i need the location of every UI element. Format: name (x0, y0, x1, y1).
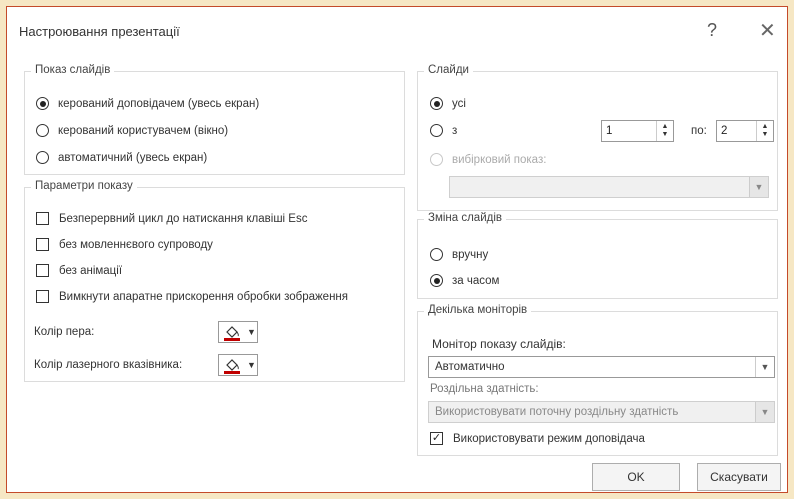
checkbox-disable-hw-acceleration[interactable]: Вимкнути апаратне прискорення обробки зо… (36, 290, 348, 303)
checkbox-loop-until-esc-label: Безперервний цикл до натискання клавіші … (59, 212, 308, 225)
show-options-group: Параметри показу Безперервний цикл до на… (24, 180, 405, 382)
monitor-value: Автоматично (435, 361, 505, 373)
radio-presenter-fullscreen[interactable]: керований доповідачем (увесь екран) (36, 97, 259, 110)
radio-using-timings-label: за часом (452, 274, 500, 287)
advance-slides-group: Зміна слайдів вручну за часом (417, 212, 778, 299)
checkbox-without-animation-label: без анімації (59, 264, 123, 277)
laser-color-button[interactable]: ▼ (218, 354, 258, 376)
pen-color-swatch (224, 338, 240, 341)
radio-from-label: з (452, 124, 458, 137)
advance-slides-group-label: Зміна слайдів (424, 212, 507, 224)
radio-indicator[interactable] (430, 248, 443, 261)
spinner-arrows-icon[interactable]: ▲ ▼ (756, 121, 773, 141)
checkmark-icon[interactable]: ✓ (430, 432, 443, 445)
radio-custom-show: вибірковий показ: (430, 153, 546, 166)
radio-kiosk-fullscreen-label: автоматичний (увесь екран) (58, 151, 208, 164)
radio-individual-window-label: керований користувачем (вікно) (58, 124, 229, 137)
spinner-arrows-icon[interactable]: ▲ ▼ (656, 121, 673, 141)
show-options-group-label: Параметри показу (31, 180, 137, 192)
multiple-monitors-group-label: Декілька моніторів (424, 304, 532, 316)
radio-presenter-fullscreen-label: керований доповідачем (увесь екран) (58, 97, 260, 110)
monitor-label: Монітор показу слайдів: (432, 337, 566, 351)
radio-kiosk-fullscreen[interactable]: автоматичний (увесь екран) (36, 151, 207, 164)
checkbox-indicator[interactable] (36, 212, 49, 225)
radio-indicator (430, 153, 443, 166)
checkbox-disable-hw-acceleration-label: Вимкнути апаратне прискорення обробки зо… (59, 290, 348, 303)
radio-indicator[interactable] (430, 274, 443, 287)
radio-indicator[interactable] (430, 97, 443, 110)
radio-manually[interactable]: вручну (430, 248, 488, 261)
help-button[interactable]: ? (707, 20, 717, 41)
checkbox-presenter-view[interactable]: ✓ Використовувати режим доповідача (430, 432, 645, 445)
chevron-down-icon: ▼ (755, 402, 774, 422)
to-slide-spinner[interactable]: 2 ▲ ▼ (716, 120, 774, 142)
resolution-label: Роздільна здатність: (430, 383, 539, 395)
radio-indicator[interactable] (36, 97, 49, 110)
checkbox-without-narration[interactable]: без мовленнєвого супроводу (36, 238, 213, 251)
checkbox-indicator[interactable] (36, 290, 49, 303)
from-slide-spinner[interactable]: 1 ▲ ▼ (601, 120, 674, 142)
show-type-group: Показ слайдів керований доповідачем (уве… (24, 64, 405, 175)
radio-all-slides[interactable]: усі (430, 97, 466, 110)
slide-show-setup-dialog: Настроювання презентації ? ✕ Показ слайд… (6, 6, 788, 493)
title-bar: Настроювання презентації ? ✕ (7, 7, 787, 55)
radio-individual-window[interactable]: керований користувачем (вікно) (36, 124, 228, 137)
chevron-down-icon: ▼ (749, 177, 768, 197)
cancel-button[interactable]: Скасувати (697, 463, 781, 491)
paint-bucket-icon (224, 326, 240, 341)
multiple-monitors-group: Декілька моніторів Монітор показу слайді… (417, 304, 778, 456)
close-button[interactable]: ✕ (759, 18, 776, 43)
chevron-down-icon[interactable]: ▼ (755, 357, 774, 377)
dialog-title: Настроювання презентації (19, 24, 180, 39)
checkbox-without-narration-label: без мовленнєвого супроводу (59, 238, 213, 251)
pen-color-label: Колір пера: (34, 326, 95, 338)
monitor-select[interactable]: Автоматично ▼ (428, 356, 775, 378)
chevron-down-icon: ▼ (247, 360, 256, 370)
custom-show-select: ▼ (449, 176, 769, 198)
radio-manually-label: вручну (452, 248, 489, 261)
chevron-down-icon: ▼ (247, 327, 256, 337)
pen-color-button[interactable]: ▼ (218, 321, 258, 343)
ok-button[interactable]: OK (592, 463, 680, 491)
checkbox-without-animation[interactable]: без анімації (36, 264, 122, 277)
laser-color-label: Колір лазерного вказівника: (34, 359, 183, 371)
from-slide-value[interactable]: 1 (602, 125, 656, 137)
radio-all-slides-label: усі (452, 97, 466, 110)
paint-bucket-icon (224, 359, 240, 374)
checkbox-indicator[interactable] (36, 238, 49, 251)
checkbox-loop-until-esc[interactable]: Безперервний цикл до натискання клавіші … (36, 212, 307, 225)
laser-color-swatch (224, 371, 240, 374)
radio-indicator[interactable] (430, 124, 443, 137)
slides-group-label: Слайди (424, 64, 473, 76)
radio-custom-show-label: вибірковий показ: (452, 153, 547, 166)
to-label: по: (691, 125, 707, 137)
checkbox-indicator[interactable] (36, 264, 49, 277)
radio-from-slides[interactable]: з (430, 124, 457, 137)
show-type-group-label: Показ слайдів (31, 64, 115, 76)
resolution-select: Використовувати поточну роздільну здатні… (428, 401, 775, 423)
radio-using-timings[interactable]: за часом (430, 274, 499, 287)
slides-group: Слайди усі з 1 ▲ ▼ по: 2 ▲ ▼ вибірковий по… (417, 64, 778, 211)
checkbox-presenter-view-label: Використовувати режим доповідача (453, 432, 645, 445)
radio-indicator[interactable] (36, 151, 49, 164)
resolution-value: Використовувати поточну роздільну здатні… (435, 406, 679, 418)
radio-indicator[interactable] (36, 124, 49, 137)
to-slide-value[interactable]: 2 (717, 125, 756, 137)
